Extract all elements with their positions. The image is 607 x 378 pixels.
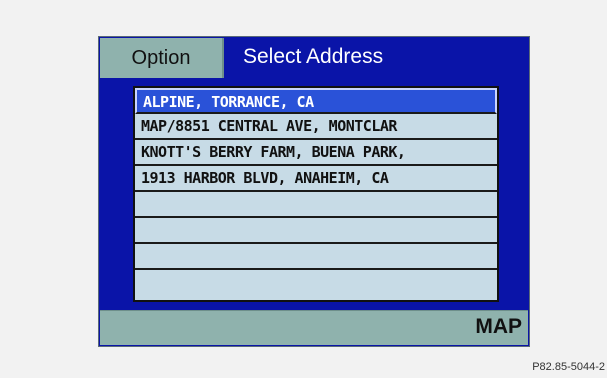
page-title: Select Address [243, 45, 384, 68]
bottom-toolbar: MAP [100, 310, 528, 345]
figure-reference-code: P82.85-5044-2 [532, 361, 605, 373]
option-button[interactable]: Option [100, 38, 224, 78]
address-list-item[interactable]: MAP/8851 CENTRAL AVE, MONTCLAR [135, 114, 497, 140]
empty-list-item[interactable] [135, 218, 497, 244]
empty-list-item[interactable] [135, 192, 497, 218]
address-list-item[interactable]: ALPINE, TORRANCE, CA [135, 88, 497, 114]
address-list-item[interactable]: 1913 HARBOR BLVD, ANAHEIM, CA [135, 166, 497, 192]
empty-list-item[interactable] [135, 270, 497, 296]
map-button[interactable]: MAP [475, 315, 522, 339]
figure: Option Select Address ALPINE, TORRANCE, … [0, 0, 607, 378]
navigation-screen: Option Select Address ALPINE, TORRANCE, … [98, 36, 530, 347]
address-list: ALPINE, TORRANCE, CA MAP/8851 CENTRAL AV… [133, 86, 499, 302]
empty-list-item[interactable] [135, 244, 497, 270]
address-list-item[interactable]: KNOTT'S BERRY FARM, BUENA PARK, [135, 140, 497, 166]
